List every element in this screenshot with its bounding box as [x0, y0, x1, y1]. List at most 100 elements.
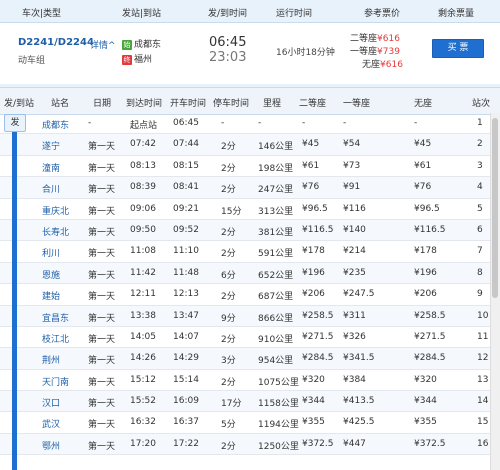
cell-none: ¥206 [414, 289, 437, 300]
cell-dist: 954公里 [258, 356, 294, 367]
to-station[interactable]: 终福州 [122, 52, 152, 65]
cell-first: ¥73 [343, 160, 361, 171]
cell-day: 第一天 [88, 356, 116, 367]
header-ref-price: 参考票价 [364, 9, 401, 19]
cell-name: 天门南 [42, 377, 70, 388]
cell-stop: 3分 [221, 356, 236, 367]
price-first-class: 一等座¥739 [350, 44, 400, 57]
cell-name: 利川 [42, 249, 61, 260]
route-timeline [12, 118, 17, 470]
cell-arr: 起点站 [130, 121, 158, 131]
cell-day: 第一天 [88, 142, 116, 153]
table-row: 汉口 第一天 15:52 16:09 17分 1158公里 ¥344 ¥413.5 ¥344 14 [0, 391, 500, 413]
cell-stop: 2分 [221, 441, 236, 452]
cell-day: 第一天 [88, 185, 116, 196]
detail-link[interactable]: 详情^ [90, 38, 116, 51]
cell-dep: 12:13 [173, 289, 199, 300]
table-row: 建始 第一天 12:11 12:13 2分 687公里 ¥206 ¥247.5 ¥206 9 [0, 284, 500, 306]
cell-name: 合川 [42, 185, 61, 196]
cell-day: 第一天 [88, 399, 116, 410]
cell-idx: 15 [477, 417, 489, 428]
table-row: 成都东 - 起点站 06:45 - - - - - 1 [0, 113, 500, 135]
cell-stop: 15分 [221, 206, 242, 217]
cell-day: 第一天 [88, 313, 116, 324]
cell-idx: 6 [477, 224, 483, 235]
from-station[interactable]: 始成都东 [122, 37, 161, 50]
cell-dist: 591公里 [258, 249, 294, 260]
cell-first: ¥116 [343, 203, 366, 214]
cell-none: ¥320 [414, 374, 437, 385]
cell-stop: 9分 [221, 313, 236, 324]
cell-day: 第一天 [88, 163, 116, 174]
cell-idx: 2 [477, 139, 483, 150]
detail-label: 详情 [90, 41, 109, 51]
cell-arr: 09:50 [130, 224, 156, 235]
cell-idx: 5 [477, 203, 483, 214]
price-label: 一等座 [350, 47, 378, 57]
cell-dist: 198公里 [258, 163, 294, 174]
cell-day: 第一天 [88, 377, 116, 388]
buy-ticket-button[interactable]: 买 票 [432, 39, 484, 58]
cell-first: ¥447 [343, 438, 366, 449]
cell-name: 重庆北 [42, 206, 70, 217]
price-value: ¥616 [380, 60, 403, 70]
cell-none: - [414, 118, 418, 128]
table-row: 利川 第一天 11:08 11:10 2分 591公里 ¥178 ¥214 ¥178 7 [0, 241, 500, 263]
cell-arr: 11:42 [130, 267, 156, 278]
cell-second: ¥116.5 [302, 224, 334, 235]
price-no-seat: 无座¥616 [362, 57, 403, 70]
cell-idx: 16 [477, 438, 489, 449]
cell-name: 鄂州 [42, 441, 61, 452]
cell-none: ¥196 [414, 267, 437, 278]
cell-stop: 2分 [221, 227, 236, 238]
cell-arr: 09:06 [130, 203, 156, 214]
cell-second: - [302, 118, 306, 128]
scrollbar-thumb[interactable] [492, 118, 498, 298]
cell-none: ¥284.5 [414, 353, 446, 364]
col-none: 无座 [414, 99, 433, 109]
header-train-type: 车次|类型 [22, 9, 62, 19]
cell-none: ¥355 [414, 417, 437, 428]
col-first: 一等座 [343, 99, 371, 109]
cell-arr: 08:13 [130, 160, 156, 171]
depart-time: 06:45 [209, 35, 247, 50]
table-row: 遂宁 第一天 07:42 07:44 2分 146公里 ¥45 ¥54 ¥45 2 [0, 134, 500, 156]
col-arr: 到达时间 [126, 99, 163, 109]
cell-second: ¥178 [302, 246, 325, 257]
cell-dep: 14:29 [173, 353, 199, 364]
cell-second: ¥258.5 [302, 310, 334, 321]
cell-dist: - [258, 118, 262, 128]
cell-stop: 6分 [221, 270, 236, 281]
cell-dist: 687公里 [258, 292, 294, 303]
cell-day: - [88, 118, 92, 128]
stations-table: 成都东 - 起点站 06:45- - - - -1 遂宁 第一天 07:42 07:44 2分 146公里… [0, 113, 500, 456]
cell-first: ¥341.5 [343, 353, 375, 364]
cell-name: 武汉 [42, 420, 61, 431]
header-duration: 运行时间 [276, 9, 313, 19]
cell-second: ¥76 [302, 182, 320, 193]
price-value: ¥616 [377, 34, 400, 44]
cell-none: ¥96.5 [414, 203, 440, 214]
train-number[interactable]: D2241/D2244 [18, 37, 94, 48]
cell-dist: 313公里 [258, 206, 294, 217]
cell-dep: 16:37 [173, 417, 199, 428]
cell-dist: 652公里 [258, 270, 294, 281]
cell-first: ¥91 [343, 182, 361, 193]
cell-dep: 11:10 [173, 246, 199, 257]
cell-dep: 13:47 [173, 310, 199, 321]
cell-none: ¥372.5 [414, 438, 446, 449]
cell-arr: 14:26 [130, 353, 156, 364]
cell-day: 第一天 [88, 249, 116, 260]
cell-second: ¥320 [302, 374, 325, 385]
price-label: 无座 [362, 60, 381, 70]
cell-first: ¥247.5 [343, 289, 375, 300]
chevron-up-icon: ^ [108, 41, 116, 51]
cell-second: ¥196 [302, 267, 325, 278]
cell-dep: 15:14 [173, 374, 199, 385]
to-station-name: 福州 [134, 55, 153, 65]
end-tag: 终 [122, 54, 132, 65]
cell-stop: 2分 [221, 185, 236, 196]
cell-name: 成都东 [42, 121, 70, 131]
cell-second: ¥271.5 [302, 331, 334, 342]
cell-day: 第一天 [88, 227, 116, 238]
